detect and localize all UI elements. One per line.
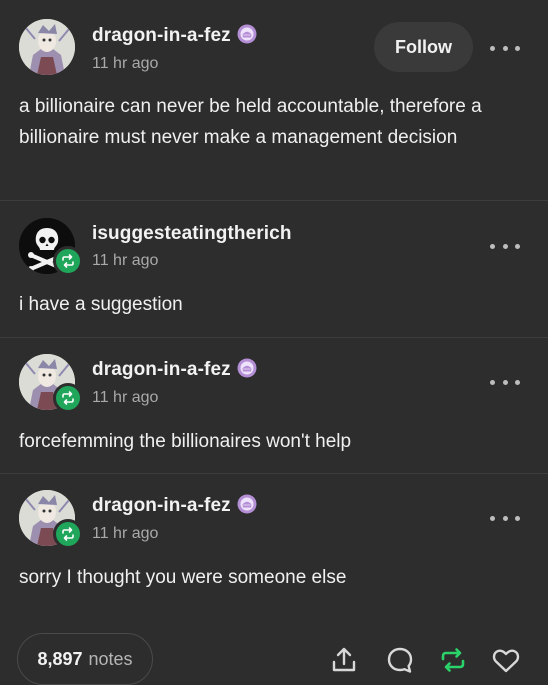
post-text: a billionaire can never be held accounta… [19, 96, 482, 148]
reblog-icon[interactable] [436, 643, 470, 677]
like-icon[interactable] [489, 643, 523, 677]
post-timestamp: 11 hr ago [92, 55, 159, 72]
cake-badge-icon [237, 358, 257, 384]
dragon-in-a-fez-avatar-image [19, 19, 75, 75]
more-options-icon[interactable] [490, 42, 520, 54]
more-options-icon[interactable] [490, 376, 520, 388]
follow-button[interactable]: Follow [374, 22, 473, 72]
notes-count-button[interactable]: 8,897 notes [17, 633, 153, 685]
post-timestamp: 11 hr ago [92, 252, 159, 269]
reblog-badge-icon [53, 519, 83, 549]
divider [0, 200, 548, 201]
reply-icon[interactable] [383, 643, 417, 677]
reblog-badge-icon [53, 246, 83, 276]
more-options-icon[interactable] [490, 512, 520, 524]
post-timestamp: 11 hr ago [92, 389, 159, 406]
post-text: forcefemming the billionaires won't help [19, 431, 352, 452]
divider [0, 473, 548, 474]
post-timestamp: 11 hr ago [92, 525, 159, 542]
post-text: sorry I thought you were someone else [19, 567, 347, 588]
reblog-badge-icon [53, 383, 83, 413]
post-username[interactable]: dragon-in-a-fez [92, 24, 257, 50]
cake-badge-icon [237, 494, 257, 520]
post-text: i have a suggestion [19, 294, 183, 315]
post-username[interactable]: isuggesteatingtherich [92, 223, 292, 245]
post-username[interactable]: dragon-in-a-fez [92, 494, 257, 520]
divider [0, 337, 548, 338]
cake-badge-icon [237, 24, 257, 50]
more-options-icon[interactable] [490, 240, 520, 252]
notes-label: notes [88, 648, 133, 669]
post-username[interactable]: dragon-in-a-fez [92, 358, 257, 384]
notes-count: 8,897 [37, 648, 83, 669]
avatar[interactable] [19, 19, 75, 75]
share-icon[interactable] [327, 643, 361, 677]
